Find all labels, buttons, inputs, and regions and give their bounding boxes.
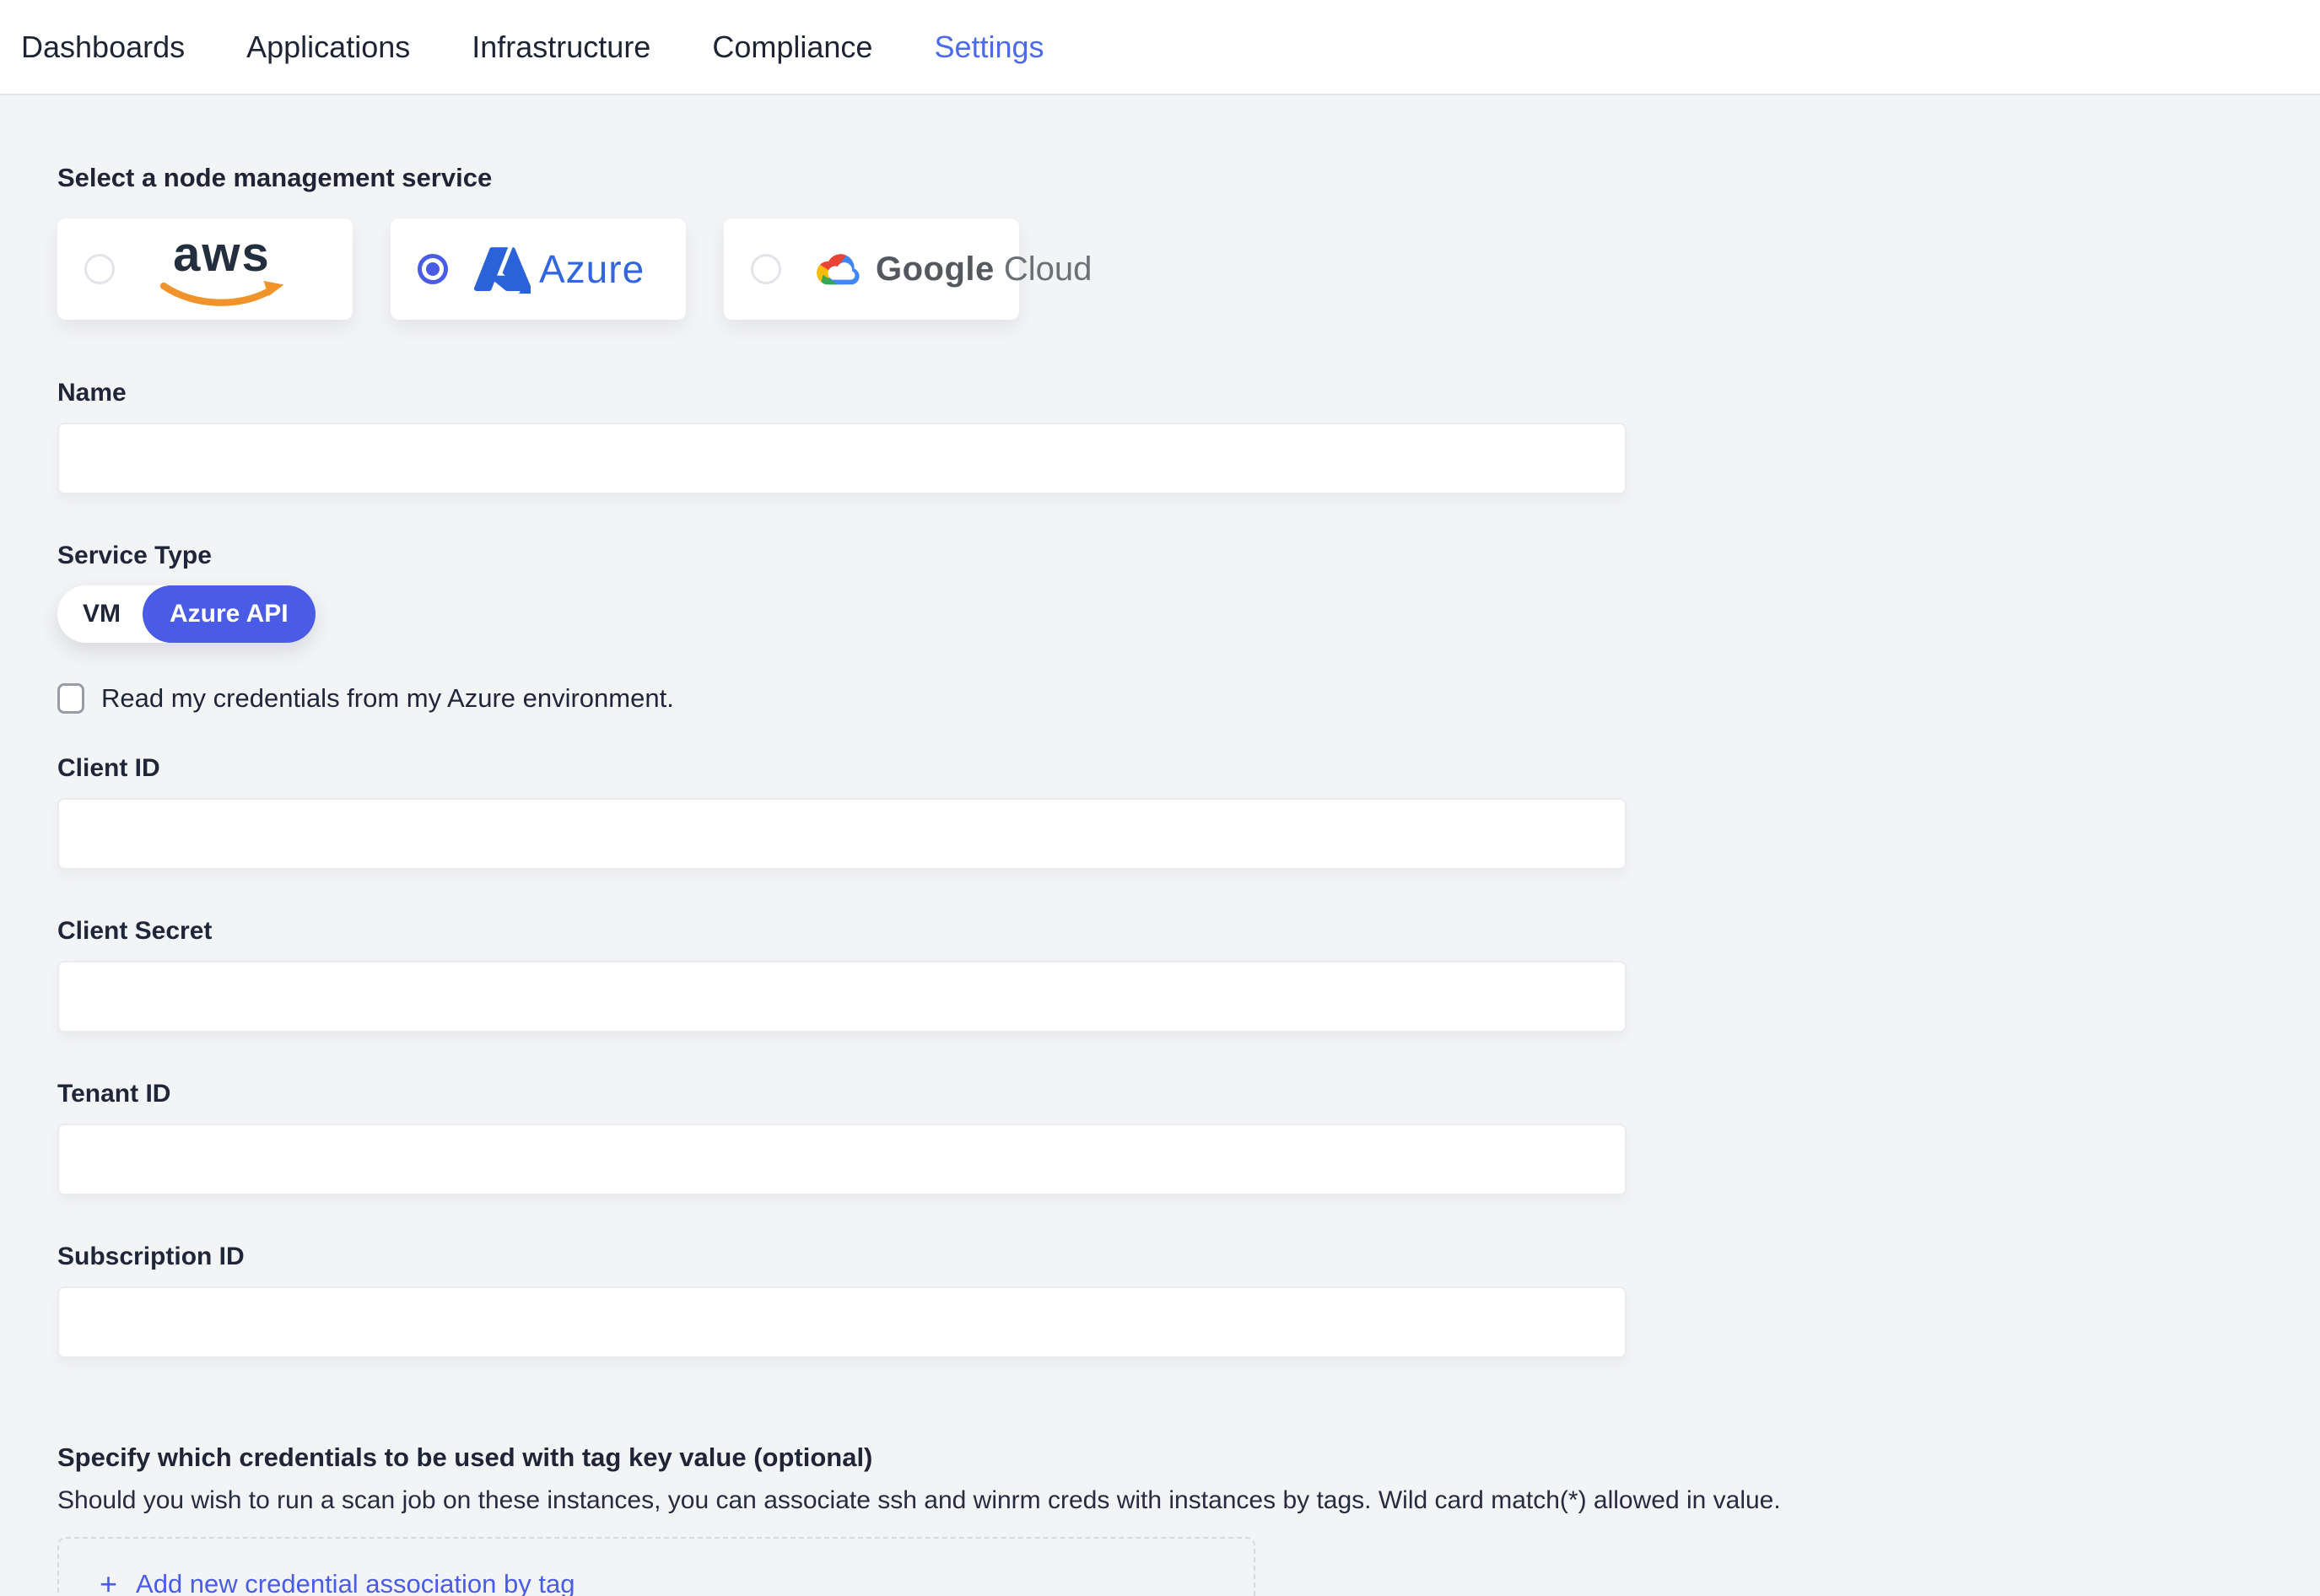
google-cloud-logo-text: Google Cloud [876, 251, 1092, 288]
tag-credentials-section: Specify which credentials to be used wit… [57, 1442, 2320, 1596]
client-secret-field-group: Client Secret [57, 917, 2320, 1033]
toggle-option-vm[interactable]: VM [57, 600, 143, 628]
aws-smile-icon [159, 280, 285, 307]
client-secret-input[interactable] [57, 961, 1627, 1033]
client-id-label: Client ID [57, 754, 2320, 783]
azure-logo-text: Azure [539, 246, 645, 292]
radio-button-icon[interactable] [751, 254, 781, 284]
radio-button-selected-icon[interactable] [418, 254, 448, 284]
name-field-group: Name [57, 379, 2320, 494]
read-credentials-checkbox-row: Read my credentials from my Azure enviro… [57, 683, 2320, 714]
checkbox-icon[interactable] [57, 683, 84, 714]
aws-logo-text: aws [173, 231, 271, 278]
nav-tab-applications[interactable]: Applications [246, 30, 410, 65]
tenant-id-label: Tenant ID [57, 1080, 2320, 1108]
tag-credentials-heading: Specify which credentials to be used wit… [57, 1442, 2320, 1473]
nav-tab-compliance[interactable]: Compliance [712, 30, 872, 65]
client-secret-label: Client Secret [57, 917, 2320, 946]
tenant-id-field-group: Tenant ID [57, 1080, 2320, 1195]
nav-tab-dashboards[interactable]: Dashboards [21, 30, 185, 65]
add-credential-association-button[interactable]: Add new credential association by tag [100, 1569, 575, 1596]
service-type-toggle: VM Azure API [57, 585, 316, 643]
subscription-id-field-group: Subscription ID [57, 1243, 2320, 1358]
plus-icon [100, 1569, 117, 1596]
google-cloud-logo-text-primary: Google [876, 251, 995, 288]
toggle-option-azure-api[interactable]: Azure API [143, 585, 316, 643]
name-input[interactable] [57, 423, 1627, 494]
azure-logo-icon [472, 244, 531, 294]
service-type-label: Service Type [57, 542, 2320, 570]
client-id-field-group: Client ID [57, 754, 2320, 870]
service-cards: aws Azure [57, 218, 2320, 320]
subscription-id-input[interactable] [57, 1286, 1627, 1358]
name-label: Name [57, 379, 2320, 407]
top-navigation: Dashboards Applications Infrastructure C… [0, 0, 2320, 95]
aws-logo: aws [159, 231, 285, 306]
credential-association-box: Add new credential association by tag [57, 1537, 1255, 1596]
read-credentials-checkbox-label: Read my credentials from my Azure enviro… [101, 683, 674, 714]
service-type-group: Service Type VM Azure API [57, 542, 2320, 643]
subscription-id-label: Subscription ID [57, 1243, 2320, 1271]
nav-tab-infrastructure[interactable]: Infrastructure [472, 30, 650, 65]
radio-button-icon[interactable] [84, 254, 115, 284]
tenant-id-input[interactable] [57, 1124, 1627, 1195]
nav-tab-settings[interactable]: Settings [934, 30, 1044, 65]
service-card-aws[interactable]: aws [57, 218, 353, 320]
settings-node-management-form: Select a node management service aws Azu… [0, 95, 2320, 1596]
add-credential-association-label: Add new credential association by tag [136, 1569, 575, 1596]
service-selector-label: Select a node management service [57, 163, 2320, 193]
client-id-input[interactable] [57, 798, 1627, 870]
service-card-azure[interactable]: Azure [391, 218, 686, 320]
tag-credentials-description: Should you wish to run a scan job on the… [57, 1486, 2320, 1515]
service-card-google-cloud[interactable]: Google Cloud [724, 218, 1019, 320]
google-cloud-logo-text-secondary: Cloud [1004, 251, 1093, 288]
google-cloud-icon [815, 251, 864, 288]
